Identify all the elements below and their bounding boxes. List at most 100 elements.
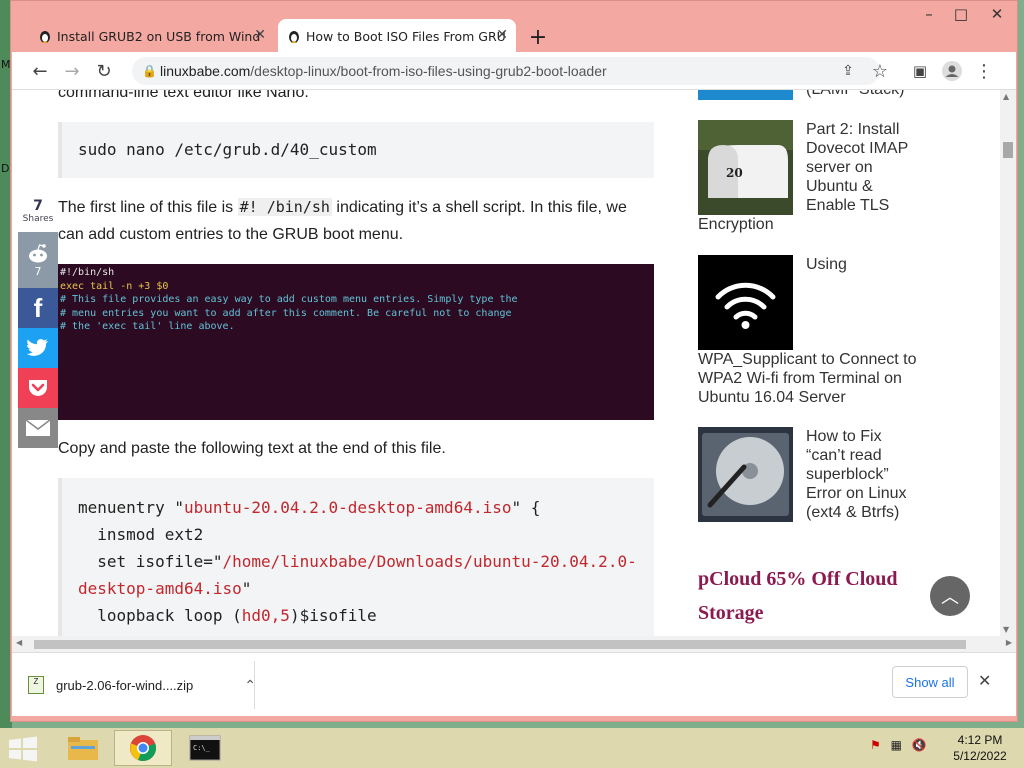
article-paragraph: command-line text editor like Nano. — [58, 90, 309, 101]
sidebar-post[interactable]: (LAMP Stack) — [698, 90, 928, 104]
title-line: server on — [806, 159, 873, 176]
terminal-line: # the 'exec tail' line above. — [60, 321, 235, 332]
svg-text:C:\_: C:\_ — [193, 744, 211, 752]
code-string: ubuntu-20.04.2.0-desktop-amd64.iso — [183, 498, 512, 517]
facebook-share-button[interactable]: f — [18, 288, 58, 328]
chrome-taskbar-button[interactable] — [114, 730, 172, 766]
terminal-line: # This file provides an easy way to add … — [60, 294, 518, 305]
title-line: Error on Linux — [806, 485, 907, 502]
facebook-icon: f — [33, 292, 43, 323]
scroll-up-arrow-icon[interactable]: ▲ — [1003, 92, 1009, 101]
scroll-left-arrow-icon[interactable]: ◀ — [16, 638, 22, 647]
title-line: (ext4 & Btrfs) — [806, 504, 900, 521]
tab-close-icon[interactable]: ✕ — [254, 27, 266, 43]
window-controls: – □ ✕ — [913, 1, 1017, 31]
article-paragraph: Copy and paste the following text at the… — [58, 440, 446, 457]
close-icon[interactable]: ✕ — [978, 671, 991, 690]
vertical-scrollbar[interactable]: ▲ ▼ — [1000, 90, 1016, 636]
reload-icon[interactable]: ↻ — [92, 59, 116, 83]
folder-icon — [68, 737, 98, 760]
twitter-share-button[interactable] — [18, 328, 58, 368]
code-line: sudo nano /etc/grub.d/40_custom — [78, 140, 377, 159]
reddit-count: 7 — [34, 264, 42, 278]
browser-toolbar: ← → ↻ 🔒 linuxbabe.com/desktop-linux/boot… — [12, 52, 1016, 90]
wifi-thumbnail — [698, 255, 793, 350]
title-line: WPA_Supplicant to Connect to — [698, 351, 917, 368]
forward-arrow-icon[interactable]: → — [60, 59, 84, 83]
tux-icon — [289, 31, 299, 43]
close-window-button[interactable]: ✕ — [977, 1, 1017, 27]
promo-line: Storage — [698, 602, 764, 624]
promo-line: pCloud 65% Off Cloud — [698, 568, 898, 590]
taskbar: C:\_ ⚑ ▦ 🔇 4:12 PM 5/12/2022 — [0, 728, 1024, 768]
promo-heading[interactable]: pCloud 65% Off Cloud Storage — [698, 562, 898, 630]
desktop-icon-label: D — [1, 162, 10, 175]
title-line: Ubuntu & — [806, 178, 873, 195]
scroll-down-arrow-icon[interactable]: ▼ — [1003, 625, 1009, 634]
share-page-icon[interactable]: ⇪ — [836, 59, 860, 83]
mail-icon — [25, 419, 51, 436]
post-title: (LAMP Stack) — [806, 90, 904, 99]
network-icon[interactable]: ▦ — [891, 738, 902, 752]
reddit-share-button[interactable]: 7 — [18, 232, 58, 288]
download-item[interactable]: Z grub-2.06-for-wind....zip ⌃ — [28, 667, 256, 703]
action-center-flag-icon[interactable]: ⚑ — [870, 738, 881, 752]
page-content: command-line text editor like Nano. sudo… — [12, 90, 1000, 636]
file-explorer-taskbar-button[interactable] — [54, 730, 112, 766]
chrome-icon — [130, 735, 157, 762]
sidebar-post[interactable]: Using WPA_Supplicant to Connect to WPA2 … — [698, 255, 928, 406]
share-count-label: Shares — [22, 214, 54, 224]
terminal-screenshot: #!/bin/sh exec tail -n +3 $0 # This file… — [58, 264, 654, 420]
pocket-icon — [29, 380, 47, 396]
post-title: Part 2: Install Dovecot IMAP server on U… — [806, 120, 908, 215]
reading-list-icon[interactable]: ▣ — [908, 59, 932, 83]
lock-icon: 🔒 — [142, 64, 157, 78]
text-run: The first line of this file is — [58, 199, 238, 216]
terminal-taskbar-button[interactable]: C:\_ — [176, 730, 234, 766]
post-title-continued: Encryption — [698, 216, 774, 233]
minimize-button[interactable]: – — [913, 1, 945, 27]
code-block: menuentry "ubuntu-20.04.2.0-desktop-amd6… — [58, 478, 654, 636]
volume-muted-icon[interactable]: 🔇 — [912, 738, 927, 752]
email-share-button[interactable] — [18, 408, 58, 448]
code-text: set isofile=" — [78, 552, 223, 571]
share-count-number: 7 — [33, 198, 43, 214]
scrollbar-thumb[interactable] — [1003, 142, 1013, 158]
text-run: indicating it’s a shell script. In this … — [331, 199, 627, 216]
title-line: Dovecot IMAP — [806, 140, 909, 157]
mailbox-thumbnail: 20 — [698, 120, 793, 215]
horizontal-scrollbar[interactable]: ◀ ▶ — [12, 636, 1016, 652]
tux-icon — [40, 31, 50, 43]
code-string: /home/linuxbabe/Downloads/ubuntu-20.04.2… — [222, 552, 637, 571]
terminal-line: #!/bin/sh — [60, 267, 115, 278]
code-string: desktop-amd64.iso — [78, 579, 242, 598]
scroll-to-top-button[interactable]: ︿ — [930, 576, 970, 616]
clock-date: 5/12/2022 — [953, 749, 1007, 763]
back-arrow-icon[interactable]: ← — [28, 59, 52, 83]
tab-install-grub2[interactable]: Install GRUB2 on USB from Wind ✕ — [29, 19, 274, 53]
code-text: " { — [511, 498, 541, 517]
bookmark-star-icon[interactable]: ☆ — [868, 59, 892, 83]
taskbar-clock[interactable]: 4:12 PM 5/12/2022 — [944, 732, 1016, 764]
pocket-share-button[interactable] — [18, 368, 58, 408]
maximize-button[interactable]: □ — [945, 1, 977, 27]
sidebar-post[interactable]: How to Fix “can’t read superblock” Error… — [698, 427, 928, 525]
profile-icon[interactable] — [940, 59, 964, 83]
show-all-button[interactable]: Show all — [892, 666, 968, 698]
windows-start-icon[interactable] — [8, 736, 38, 762]
menu-kebab-icon[interactable]: ⋮ — [972, 59, 996, 83]
title-line: Enable TLS — [806, 197, 890, 214]
terminal-line: exec tail -n +3 $0 — [60, 280, 169, 292]
terminal-line: # menu entries you want to add after thi… — [60, 307, 512, 319]
post-title: How to Fix “can’t read superblock” Error… — [806, 427, 907, 522]
address-bar[interactable]: 🔒 linuxbabe.com/desktop-linux/boot-from-… — [132, 57, 880, 85]
sidebar-post[interactable]: 20 Part 2: Install Dovecot IMAP server o… — [698, 120, 928, 238]
tab-close-icon[interactable]: ✕ — [496, 27, 508, 43]
code-block: sudo nano /etc/grub.d/40_custom — [58, 122, 654, 178]
code-string: hd0,5 — [241, 606, 290, 625]
new-tab-button[interactable]: + — [525, 25, 551, 50]
scroll-right-arrow-icon[interactable]: ▶ — [1006, 638, 1012, 647]
title-line: Ubuntu 16.04 Server — [698, 389, 846, 406]
tab-boot-iso[interactable]: How to Boot ISO Files From GRU ✕ — [278, 19, 516, 53]
scrollbar-thumb[interactable] — [34, 640, 966, 649]
